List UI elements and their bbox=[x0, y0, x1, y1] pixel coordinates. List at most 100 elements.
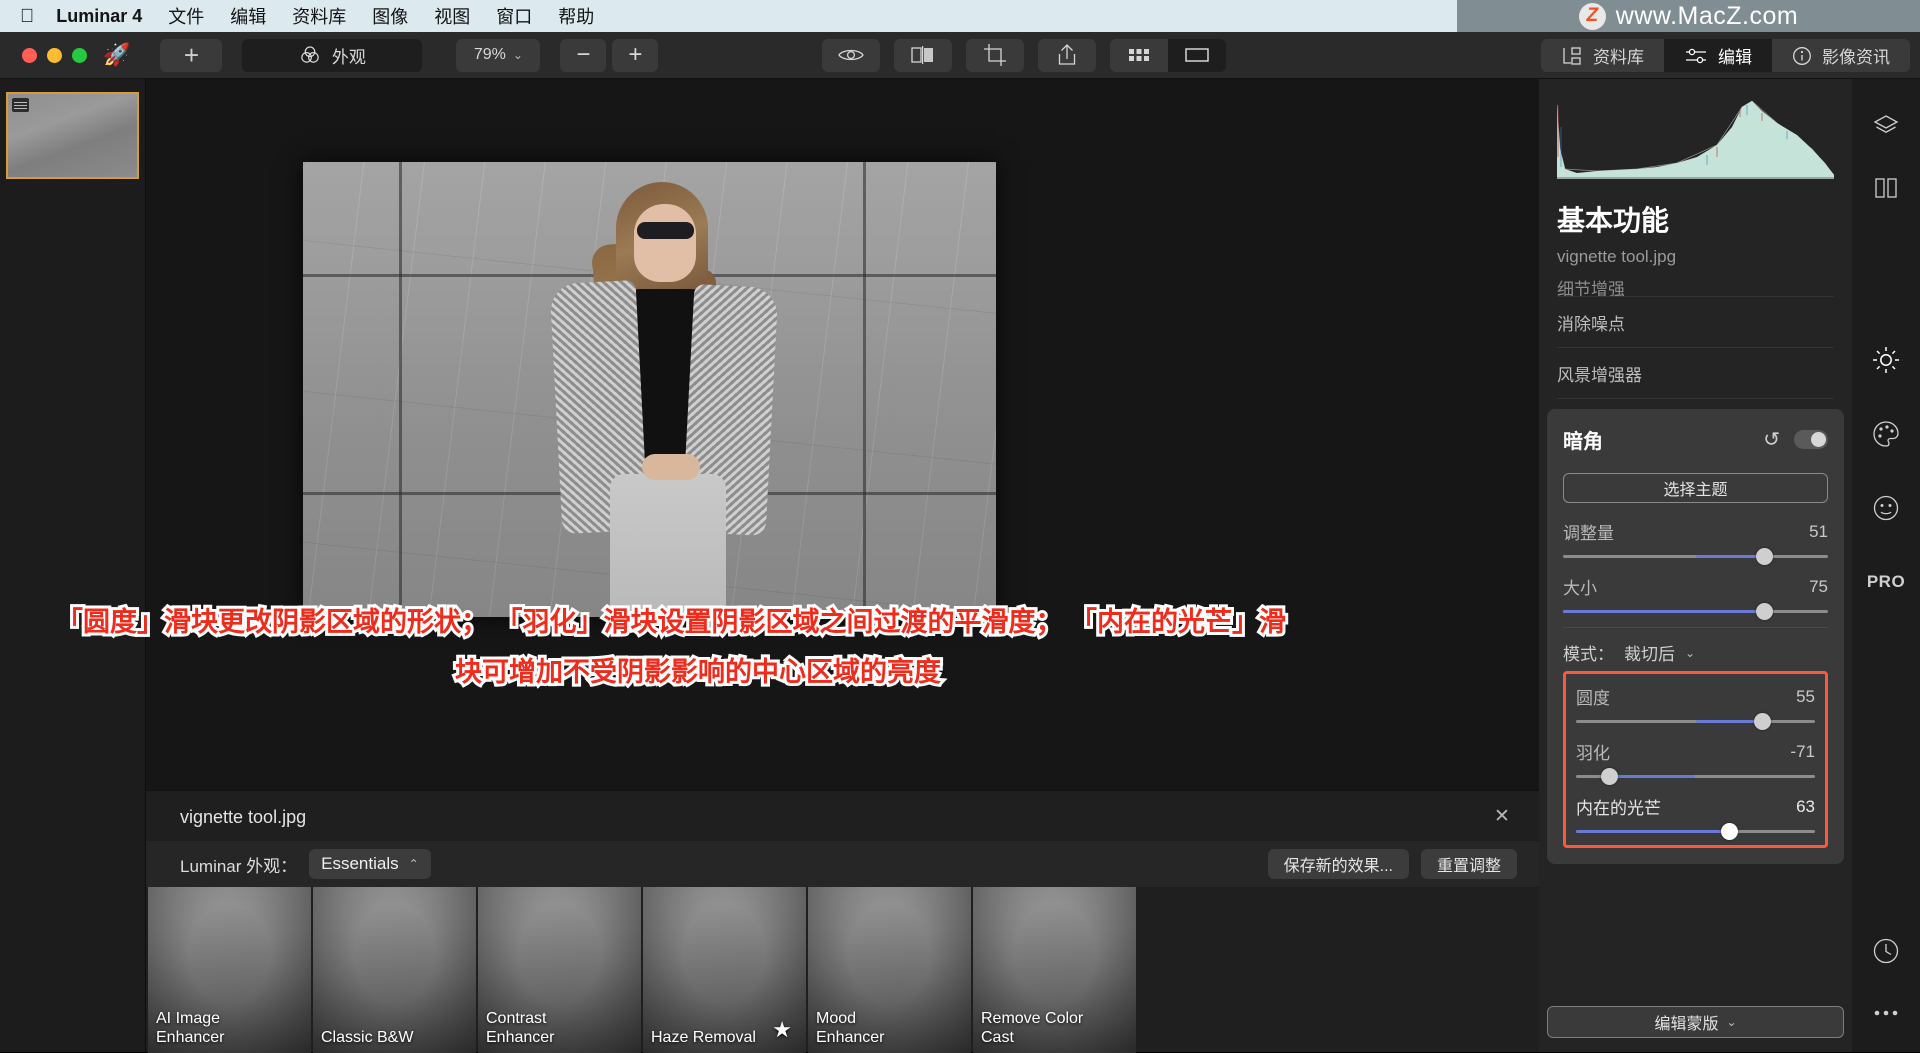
chevron-down-icon: ⌄ bbox=[1726, 1015, 1737, 1029]
minimize-window-button[interactable] bbox=[47, 47, 62, 63]
window-controls[interactable] bbox=[22, 47, 87, 63]
tool-item-landscape-enhancer[interactable]: 风景增强器 bbox=[1557, 348, 1834, 399]
tool-item-denoise[interactable]: 消除噪点 bbox=[1557, 297, 1834, 348]
menu-item-image[interactable]: 图像 bbox=[372, 3, 408, 29]
slider-value: 51 bbox=[1809, 521, 1828, 541]
main-photo[interactable] bbox=[303, 162, 996, 617]
slider-size[interactable]: 大小 75 bbox=[1563, 574, 1828, 620]
preset-card[interactable]: Classic B&W bbox=[313, 887, 476, 1053]
maximize-window-button[interactable] bbox=[72, 47, 87, 63]
slider-track[interactable] bbox=[1576, 768, 1815, 785]
collection-value: Essentials bbox=[321, 854, 399, 873]
slider-knob[interactable] bbox=[1754, 713, 1772, 730]
slider-value: 55 bbox=[1796, 686, 1815, 706]
apple-logo-icon[interactable]:  bbox=[20, 7, 34, 26]
portrait-face-icon[interactable] bbox=[1852, 477, 1920, 539]
favorite-star-icon[interactable]: ★ bbox=[772, 1017, 792, 1043]
preset-card[interactable]: Mood Enhancer bbox=[808, 887, 971, 1053]
zoom-out-button[interactable]: − bbox=[560, 38, 607, 72]
close-icon[interactable]: ✕ bbox=[1491, 805, 1513, 827]
layers-icon[interactable] bbox=[1852, 95, 1920, 157]
compare-split-icon[interactable] bbox=[1852, 157, 1920, 219]
photo-subject bbox=[538, 174, 793, 617]
crop-button[interactable] bbox=[966, 38, 1025, 72]
compare-icon bbox=[911, 46, 934, 64]
edit-mask-button[interactable]: 编辑蒙版 ⌄ bbox=[1547, 1006, 1844, 1038]
slider-value: 63 bbox=[1796, 796, 1815, 816]
slider-track[interactable] bbox=[1576, 713, 1815, 730]
slider-track[interactable] bbox=[1563, 603, 1828, 620]
looks-button[interactable]: 外观 bbox=[242, 38, 423, 72]
add-image-button[interactable]: + bbox=[160, 38, 223, 72]
slider-inner-light[interactable]: 内在的光芒 63 bbox=[1576, 794, 1815, 840]
slider-amount[interactable]: 调整量 51 bbox=[1563, 519, 1828, 565]
zoom-level-value: 79% bbox=[473, 46, 506, 63]
history-clock-icon[interactable] bbox=[1852, 920, 1920, 982]
zoom-level-dropdown[interactable]: 79% ⌄ bbox=[456, 38, 541, 72]
save-new-look-button[interactable]: 保存新的效果... bbox=[1267, 849, 1409, 879]
slider-fill bbox=[1563, 610, 1765, 613]
more-dots-icon[interactable] bbox=[1852, 982, 1920, 1044]
tool-item-detail-enhancer[interactable]: 细节增强 bbox=[1557, 275, 1834, 297]
mode-row[interactable]: 模式： 裁切后 ⌄ bbox=[1563, 640, 1828, 665]
mode-label: 模式： bbox=[1563, 645, 1614, 664]
preset-card[interactable]: AI Image Enhancer bbox=[148, 887, 311, 1053]
tab-library-label: 资料库 bbox=[1593, 48, 1644, 67]
compare-button[interactable] bbox=[894, 38, 953, 72]
preset-label: Remove Color Cast bbox=[981, 1010, 1084, 1046]
grid-view-button[interactable] bbox=[1110, 38, 1169, 72]
presets-grid: AI Image Enhancer Classic B&W Contrast E… bbox=[146, 887, 1539, 1053]
preset-card[interactable]: Contrast Enhancer bbox=[478, 887, 641, 1053]
slider-knob[interactable] bbox=[1756, 548, 1774, 565]
watermark-badge-icon: Z bbox=[1578, 2, 1606, 30]
pro-icon[interactable]: PRO bbox=[1852, 551, 1920, 613]
select-subject-button[interactable]: 选择主题 bbox=[1563, 473, 1828, 503]
preset-card[interactable]: Haze Removal ★ bbox=[643, 887, 806, 1053]
share-icon bbox=[1059, 44, 1076, 65]
collection-dropdown[interactable]: Essentials ⌃ bbox=[309, 849, 431, 879]
filmstrip-thumbnail[interactable] bbox=[6, 92, 139, 179]
tab-edit-label: 编辑 bbox=[1718, 48, 1752, 67]
reset-adjustments-button[interactable]: 重置调整 bbox=[1420, 849, 1517, 879]
highlighted-sliders-group: 圆度 55 羽化 -71 内在的光芒 63 bbox=[1563, 671, 1828, 848]
slider-knob[interactable] bbox=[1720, 823, 1738, 840]
rocket-icon[interactable]: 🚀 bbox=[103, 44, 130, 66]
chevron-down-icon: ⌄ bbox=[1685, 645, 1696, 660]
menu-item-help[interactable]: 帮助 bbox=[558, 3, 594, 29]
slider-knob[interactable] bbox=[1756, 603, 1774, 620]
light-sun-icon[interactable] bbox=[1852, 329, 1920, 391]
vignette-toggle[interactable] bbox=[1794, 429, 1828, 449]
menu-item-window[interactable]: 窗口 bbox=[496, 3, 532, 29]
undo-icon[interactable]: ↺ bbox=[1763, 427, 1780, 452]
edit-mask-label: 编辑蒙版 bbox=[1654, 1016, 1719, 1033]
preset-label: Classic B&W bbox=[321, 1029, 414, 1046]
tab-library[interactable]: 资料库 bbox=[1541, 39, 1664, 72]
menubar-app-name[interactable]: Luminar 4 bbox=[56, 6, 142, 27]
slider-knob[interactable] bbox=[1601, 768, 1619, 785]
menu-item-file[interactable]: 文件 bbox=[168, 3, 204, 29]
slider-roundness[interactable]: 圆度 55 bbox=[1576, 684, 1815, 730]
luminar-looks-label: Luminar 外观： bbox=[180, 856, 298, 876]
preview-eye-button[interactable] bbox=[822, 38, 881, 72]
preset-card[interactable]: Remove Color Cast bbox=[973, 887, 1136, 1053]
edit-panel-filename: vignette tool.jpg bbox=[1557, 247, 1677, 266]
slider-track[interactable] bbox=[1576, 823, 1815, 840]
slider-feather[interactable]: 羽化 -71 bbox=[1576, 739, 1815, 785]
image-canvas[interactable]: vignette tool.jpg ✕ Luminar 外观： Essentia… bbox=[146, 79, 1539, 1053]
close-window-button[interactable] bbox=[22, 47, 37, 63]
tab-info[interactable]: 影像资讯 bbox=[1772, 39, 1910, 72]
slider-track[interactable] bbox=[1563, 548, 1828, 565]
watermark: Z www.MacZ.com bbox=[1457, 0, 1920, 32]
single-view-button[interactable] bbox=[1168, 38, 1227, 72]
zoom-in-button[interactable]: + bbox=[612, 38, 659, 72]
share-button[interactable] bbox=[1038, 38, 1097, 72]
rail-bottom-group bbox=[1852, 920, 1920, 1044]
filmstrip-sidebar bbox=[0, 79, 146, 1052]
preset-label: Mood Enhancer bbox=[816, 1010, 885, 1046]
vignette-tool-card: 暗角 ↺ 选择主题 调整量 51 大小 75 模式： 裁切后 ⌄ 圆度 55 羽… bbox=[1547, 409, 1844, 864]
menu-item-edit[interactable]: 编辑 bbox=[230, 3, 266, 29]
color-palette-icon[interactable] bbox=[1852, 403, 1920, 465]
tab-edit[interactable]: 编辑 bbox=[1664, 39, 1772, 72]
menu-item-view[interactable]: 视图 bbox=[434, 3, 470, 29]
menu-item-library[interactable]: 资料库 bbox=[292, 3, 346, 29]
